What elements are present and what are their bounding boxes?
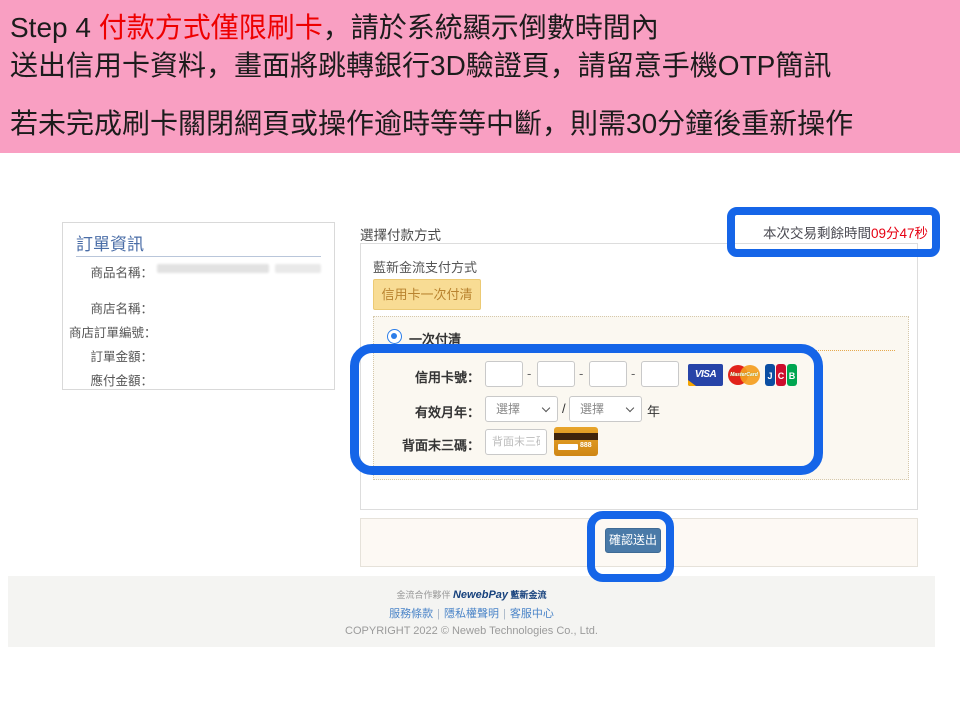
dotted-divider — [387, 350, 895, 351]
provider-label: 藍新金流支付方式 — [373, 257, 477, 276]
order-title-divider — [76, 256, 321, 257]
visa-logo-icon: VISA — [688, 364, 723, 386]
banner-highlight-text: 付款方式僅限刷卡 — [99, 12, 323, 43]
jcb-letter-c: C — [776, 364, 786, 386]
card-number-input-3[interactable] — [589, 361, 627, 387]
jcb-letter-j: J — [765, 364, 775, 386]
card-dash-2: - — [579, 366, 583, 381]
chevron-down-icon — [542, 404, 550, 412]
card-number-input-1[interactable] — [485, 361, 523, 387]
order-field-store-name: 商店名稱： — [69, 298, 153, 317]
chevron-down-icon — [626, 404, 634, 412]
confirm-submit-button[interactable]: 確認送出 — [605, 528, 661, 553]
support-link[interactable]: 客服中心 — [510, 608, 554, 620]
banner-line-3: 若未完成刷卡關閉網頁或操作逾時等等中斷，則需30分鐘後重新操作 — [10, 102, 853, 142]
partner-label: 金流合作夥伴 — [396, 590, 450, 600]
onetime-pay-radio[interactable] — [387, 329, 402, 344]
banner-line-2: 送出信用卡資料，畫面將跳轉銀行3D驗證頁，請留意手機OTP簡訊 — [10, 44, 831, 84]
card-dash-3: - — [631, 366, 635, 381]
mastercard-logo-icon: MasterCard — [727, 364, 761, 386]
year-suffix-label: 年 — [647, 401, 660, 420]
cvc-label: 背面末三碼： — [387, 435, 480, 454]
instruction-banner: Step 4 付款方式僅限刷卡，請於系統顯示倒數時間內 送出信用卡資料，畫面將跳… — [0, 0, 960, 153]
redacted-product-name — [157, 264, 269, 273]
page-footer: 金流合作夥伴 NewebPay 藍新金流 服務條款 | 隱私權聲明 | 客服中心 COP… — [8, 576, 935, 647]
payment-method-box: 藍新金流支付方式 信用卡一次付清 一次付清 信用卡號： - - - VISA M… — [360, 243, 918, 510]
page: Step 4 付款方式僅限刷卡，請於系統顯示倒數時間內 送出信用卡資料，畫面將跳… — [0, 0, 960, 720]
expiry-month-select[interactable]: 選擇 — [485, 396, 558, 422]
cvc-sample-number: 888 — [580, 442, 592, 449]
countdown-label: 本次交易剩餘時間 — [763, 226, 871, 241]
card-number-input-4[interactable] — [641, 361, 679, 387]
card-dash-1: - — [527, 366, 531, 381]
visa-gold-accent — [688, 380, 696, 386]
card-number-input-2[interactable] — [537, 361, 575, 387]
visa-wordmark: VISA — [695, 369, 716, 380]
transaction-countdown: 本次交易剩餘時間09分47秒 — [735, 222, 928, 242]
cvc-input[interactable] — [485, 429, 547, 455]
card-magnetic-stripe — [554, 433, 598, 440]
card-number-label: 信用卡號： — [387, 367, 480, 386]
newebpay-logo-cn: 藍新金流 — [511, 590, 547, 600]
onetime-pay-label[interactable]: 一次付清 — [409, 329, 461, 348]
terms-link[interactable]: 服務條款 — [389, 608, 433, 620]
expiry-separator: / — [562, 401, 566, 416]
link-separator: | — [437, 608, 440, 620]
order-field-payable-amount: 應付金額： — [69, 370, 153, 389]
cvc-card-hint-icon: 888 — [554, 427, 598, 456]
order-info-panel: 訂單資訊 商品名稱： 商店名稱： 商店訂單編號： 訂單金額： 應付金額： — [62, 222, 335, 390]
privacy-link[interactable]: 隱私權聲明 — [444, 608, 499, 620]
newebpay-logo: NewebPay — [453, 589, 508, 601]
order-field-order-number: 商店訂單編號： — [69, 322, 153, 341]
expiry-year-select[interactable]: 選擇 — [569, 396, 642, 422]
link-separator: | — [503, 608, 506, 620]
credit-card-form: 一次付清 信用卡號： - - - VISA MasterCard J C — [373, 316, 909, 480]
footer-links: 服務條款 | 隱私權聲明 | 客服中心 — [8, 605, 935, 621]
expiry-month-value: 選擇 — [496, 402, 520, 416]
order-info-title: 訂單資訊 — [76, 230, 144, 255]
expiry-label: 有效月年： — [387, 402, 480, 421]
order-field-order-amount: 訂單金額： — [69, 346, 153, 365]
redacted-product-name-2 — [275, 264, 321, 273]
order-field-product-name: 商品名稱： — [69, 262, 153, 281]
expiry-year-value: 選擇 — [580, 402, 604, 416]
card-brand-logos: VISA MasterCard J C B — [688, 364, 797, 386]
tab-credit-card-onetime[interactable]: 信用卡一次付清 — [373, 279, 481, 310]
footer-partner-line: 金流合作夥伴 NewebPay 藍新金流 — [8, 588, 935, 601]
banner-line-1: Step 4 付款方式僅限刷卡，請於系統顯示倒數時間內 — [10, 6, 659, 46]
banner-step-label: Step 4 — [10, 12, 99, 43]
payment-section-title: 選擇付款方式 — [360, 224, 441, 244]
banner-line-1-rest: ，請於系統顯示倒數時間內 — [323, 12, 659, 43]
card-signature-strip — [558, 444, 578, 450]
countdown-value: 09分47秒 — [871, 226, 928, 241]
radio-dot-icon — [391, 333, 397, 339]
jcb-letter-b: B — [787, 364, 797, 386]
copyright-text: COPYRIGHT 2022 © Neweb Technologies Co.,… — [8, 625, 935, 637]
mastercard-wordmark: MasterCard — [727, 372, 761, 378]
jcb-logo-icon: J C B — [765, 364, 797, 386]
